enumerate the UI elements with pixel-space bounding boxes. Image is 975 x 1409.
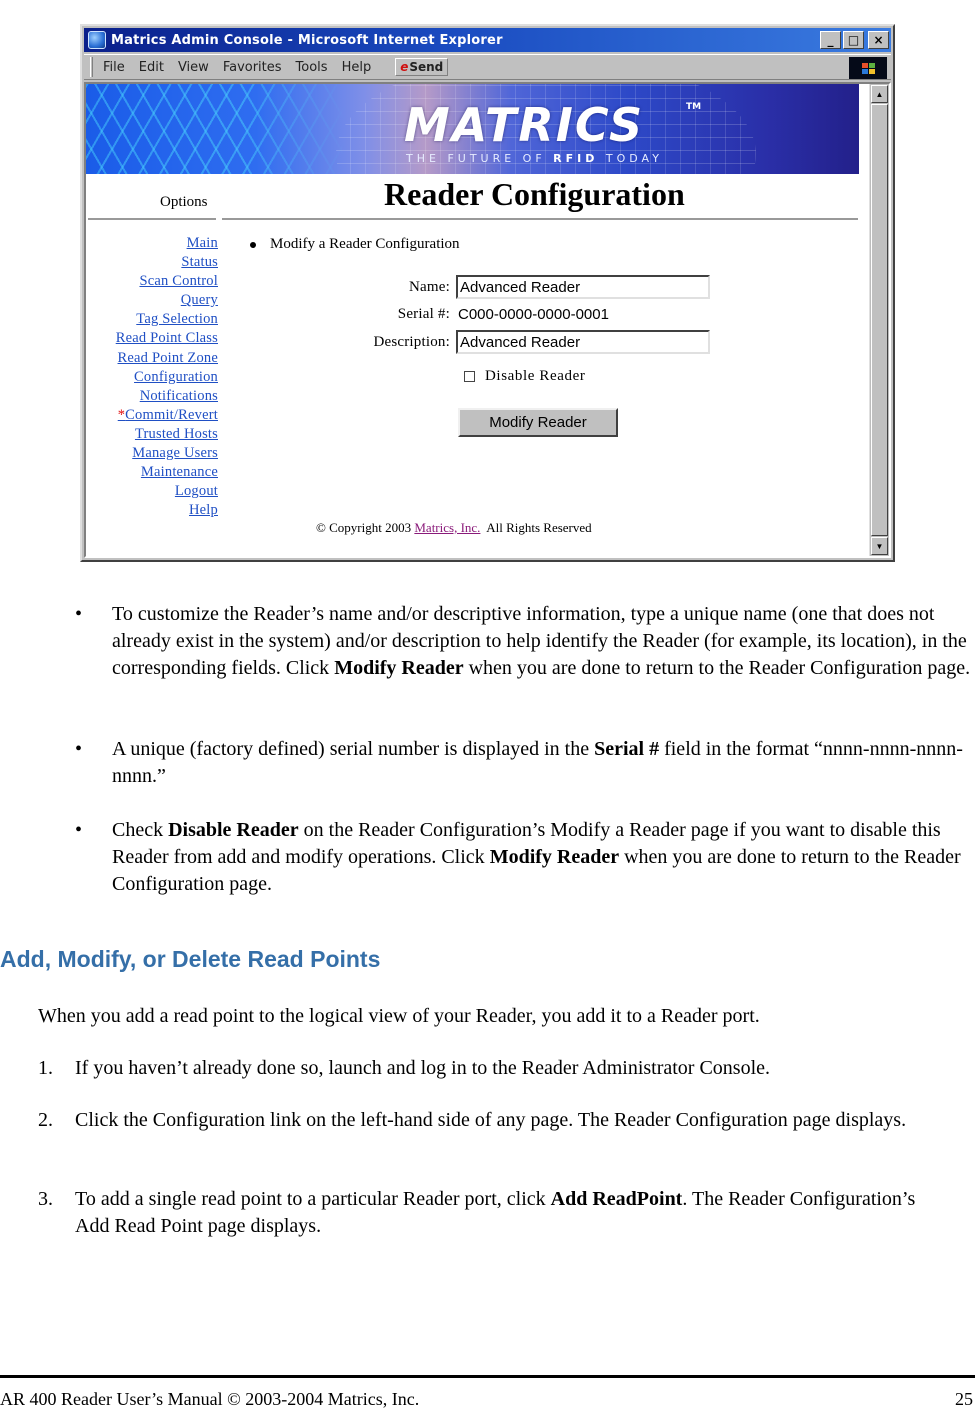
divider [88, 218, 216, 220]
text-run: when you are done to return to the Reade… [463, 657, 971, 679]
nav-link-read-point-zone[interactable]: Read Point Zone [86, 349, 218, 368]
disable-reader-option[interactable]: Disable Reader [464, 368, 585, 385]
nav-link-status[interactable]: Status [86, 253, 218, 272]
web-page: MATRICS TM THE FUTURE OF RFID TODAY Opti… [86, 84, 869, 556]
bullet-disable-reader: • Check Disable Reader on the Reader Con… [75, 817, 975, 898]
text-run: If you haven’t already done so, launch a… [75, 1057, 771, 1079]
bullet-serial-number: • A unique (factory defined) serial numb… [75, 736, 975, 790]
description-label: Description: [373, 333, 450, 350]
nav-link-manage-users[interactable]: Manage Users [86, 444, 218, 463]
bold-term: Disable Reader [168, 819, 299, 841]
bullet-icon: • [75, 603, 83, 625]
bold-term: Modify Reader [489, 846, 620, 868]
send-button-label: Send [409, 60, 444, 74]
title-bar: Matrics Admin Console - Microsoft Intern… [84, 28, 891, 52]
copyright-notice: © Copyright 2003 Matrics, Inc. All Right… [316, 520, 592, 535]
matrics-banner: MATRICS TM THE FUTURE OF RFID TODAY [86, 84, 859, 174]
nav-link-scan-control[interactable]: Scan Control [86, 272, 218, 291]
menu-bar: File Edit View Favorites Tools Help e Se… [84, 54, 891, 80]
section-title: Modify a Reader Configuration [250, 236, 460, 253]
trademark-mark: TM [686, 102, 702, 112]
options-nav: Main Status Scan Control Query Tag Selec… [86, 234, 218, 520]
step-number: 2. [38, 1109, 53, 1131]
banner-tagline: THE FUTURE OF RFID TODAY [406, 152, 663, 165]
scroll-down-icon[interactable]: ▼ [871, 537, 888, 555]
section-heading: Add, Modify, or Delete Read Points [0, 946, 381, 972]
name-label: Name: [409, 278, 450, 295]
step-number: 3. [38, 1188, 53, 1210]
bold-term: Modify Reader [334, 657, 464, 679]
nav-link-main[interactable]: Main [86, 234, 218, 253]
matrics-logo: MATRICS [404, 98, 645, 152]
options-label: Options [160, 194, 208, 210]
scroll-thumb[interactable] [871, 104, 888, 536]
ie-icon [88, 31, 106, 49]
modify-reader-button[interactable]: Modify Reader [458, 408, 618, 437]
minimize-button[interactable]: _ [820, 31, 841, 49]
bold-term: Serial # [594, 738, 660, 760]
nav-link-help[interactable]: Help [86, 501, 218, 520]
send-icon: e [400, 60, 409, 74]
nav-link-configuration[interactable]: Configuration [86, 368, 218, 387]
browser-viewport: MATRICS TM THE FUTURE OF RFID TODAY Opti… [84, 82, 891, 558]
menu-favorites[interactable]: Favorites [223, 60, 282, 75]
vertical-scrollbar[interactable]: ▲ ▼ [869, 84, 889, 556]
intro-paragraph: When you add a read point to the logical… [38, 1005, 760, 1027]
bullet-icon [250, 241, 256, 248]
menu-help[interactable]: Help [342, 60, 372, 75]
nav-link-maintenance[interactable]: Maintenance [86, 463, 218, 482]
footer-divider [0, 1375, 975, 1378]
window-title: Matrics Admin Console - Microsoft Intern… [111, 32, 503, 48]
bullet-icon: • [75, 819, 83, 841]
bold-term: Add ReadPoint [550, 1188, 683, 1210]
text-run: Click the Configuration link on the left… [75, 1109, 907, 1131]
disable-reader-label: Disable Reader [485, 368, 586, 384]
page-number: 25 [955, 1389, 973, 1409]
step-1: 1. If you haven’t already done so, launc… [38, 1055, 938, 1082]
serial-label: Serial #: [397, 306, 450, 322]
scroll-up-icon[interactable]: ▲ [871, 85, 888, 103]
disable-reader-checkbox[interactable] [464, 371, 475, 382]
menu-view[interactable]: View [178, 60, 209, 75]
serial-value: C000-0000-0000-0001 [458, 306, 609, 323]
name-input[interactable] [456, 275, 710, 299]
nav-link-notifications[interactable]: Notifications [86, 387, 218, 406]
send-button[interactable]: e Send [395, 58, 449, 76]
menu-file[interactable]: File [103, 60, 125, 75]
toolbar-grip[interactable] [90, 57, 93, 77]
nav-link-query[interactable]: Query [86, 291, 218, 310]
text-run: Check [112, 819, 169, 841]
step-number: 1. [38, 1057, 53, 1079]
text-run: To add a single read point to a particul… [75, 1188, 551, 1210]
nav-link-commit-revert[interactable]: *Commit/Revert [86, 406, 218, 425]
menu-edit[interactable]: Edit [139, 60, 164, 75]
matrics-link[interactable]: Matrics, Inc. [414, 520, 480, 535]
step-3: 3. To add a single read point to a parti… [38, 1186, 938, 1240]
nav-link-read-point-class[interactable]: Read Point Class [86, 329, 218, 348]
bullet-icon: • [75, 738, 83, 760]
network-graphic [86, 84, 346, 174]
footer-title: AR 400 Reader User’s Manual © 2003-2004 … [0, 1389, 420, 1409]
serial-row: Serial #: C000-0000-0000-0001 [248, 306, 609, 323]
description-input[interactable] [456, 330, 710, 354]
description-row: Description: [248, 330, 710, 354]
browser-window-screenshot: Matrics Admin Console - Microsoft Intern… [80, 24, 895, 562]
step-2: 2. Click the Configuration link on the l… [38, 1107, 938, 1134]
name-row: Name: [248, 275, 710, 299]
close-button[interactable]: × [868, 31, 889, 49]
maximize-button[interactable]: □ [843, 31, 864, 49]
windows-logo-icon [849, 57, 887, 79]
page-title: Reader Configuration [384, 176, 685, 212]
nav-link-tag-selection[interactable]: Tag Selection [86, 310, 218, 329]
nav-link-trusted-hosts[interactable]: Trusted Hosts [86, 425, 218, 444]
text-run: A unique (factory defined) serial number… [112, 738, 595, 760]
menu-tools[interactable]: Tools [296, 60, 328, 75]
bullet-customize-name: • To customize the Reader’s name and/or … [75, 601, 975, 682]
divider [222, 218, 858, 220]
nav-link-logout[interactable]: Logout [86, 482, 218, 501]
